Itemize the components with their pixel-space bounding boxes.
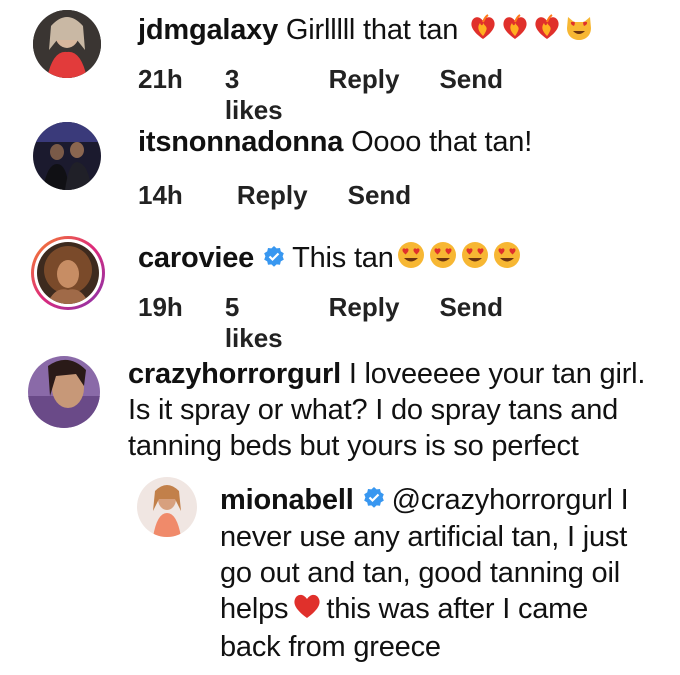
red-heart-icon bbox=[292, 592, 322, 629]
username[interactable]: mionabell bbox=[220, 484, 354, 516]
send-button[interactable]: Send bbox=[439, 292, 503, 354]
send-button[interactable]: Send bbox=[348, 180, 412, 211]
heart-eyes-icon bbox=[460, 240, 490, 279]
heart-fire-icon bbox=[532, 12, 562, 51]
username[interactable]: caroviee bbox=[138, 242, 254, 274]
timestamp: 19h bbox=[138, 292, 183, 322]
username[interactable]: crazyhorrorgurl bbox=[128, 358, 341, 390]
heart-fire-icon bbox=[500, 12, 530, 51]
comment-line: Is it spray or what? I do spray tans and bbox=[128, 394, 619, 426]
heart-fire-icon bbox=[468, 12, 498, 51]
comment-line: tanning beds but yours is so perfect bbox=[128, 430, 579, 462]
comment-body: Oooo that tan! bbox=[351, 126, 533, 158]
avatar[interactable] bbox=[33, 122, 101, 190]
comment-line: never use any artificial tan, I just bbox=[220, 521, 628, 554]
comment-text: itsnonnadonna Oooo that tan! bbox=[138, 124, 532, 160]
username[interactable]: jdmgalaxy bbox=[138, 14, 278, 46]
avatar[interactable] bbox=[33, 10, 101, 78]
timestamp: 14h bbox=[138, 180, 183, 210]
comment-line: helps bbox=[220, 593, 289, 626]
verified-badge-icon bbox=[262, 242, 286, 278]
comment-line: this was after I came bbox=[326, 593, 589, 626]
avatar[interactable] bbox=[137, 477, 197, 537]
comment-text: caroviee This tan bbox=[138, 240, 522, 279]
comment-line: I loveeeee your tan girl. bbox=[348, 358, 646, 390]
heart-eyes-icon bbox=[428, 240, 458, 279]
send-button[interactable]: Send bbox=[439, 64, 503, 126]
likes-count[interactable]: 3 likes bbox=[225, 64, 283, 126]
comment-body: Girlllll that tan bbox=[285, 14, 459, 47]
comment-text: crazyhorrorgurl I loveeeee your tan girl… bbox=[128, 356, 680, 464]
comment-line: back from greece bbox=[220, 631, 441, 664]
reply-button[interactable]: Reply bbox=[329, 64, 400, 126]
mention-link[interactable]: @crazyhorrorgurl I bbox=[392, 484, 629, 516]
comment-meta: 21h 3 likes Reply Send bbox=[138, 64, 503, 126]
reply-button[interactable]: Reply bbox=[237, 180, 308, 211]
avatar-story-ring[interactable] bbox=[31, 236, 105, 310]
reply-button[interactable]: Reply bbox=[329, 292, 400, 354]
comment-meta: 19h 5 likes Reply Send bbox=[138, 292, 503, 354]
comment-meta: 14h Reply Send bbox=[138, 180, 411, 211]
heart-eyes-icon bbox=[492, 240, 522, 279]
timestamp: 21h bbox=[138, 64, 183, 94]
reply-text: mionabell @crazyhorrorgurl I never use a… bbox=[220, 482, 680, 665]
username[interactable]: itsnonnadonna bbox=[138, 126, 343, 158]
likes-count[interactable]: 5 likes bbox=[225, 292, 283, 354]
comment-line: go out and tan, good tanning oil bbox=[220, 557, 620, 590]
comment-text: jdmgalaxy Girlllll that tan bbox=[138, 12, 594, 51]
heart-eyes-icon bbox=[396, 240, 426, 279]
heart-eyes-cat-icon bbox=[564, 12, 594, 51]
comment-body: This tan bbox=[292, 242, 394, 275]
avatar[interactable] bbox=[28, 356, 100, 428]
verified-badge-icon bbox=[362, 483, 386, 519]
